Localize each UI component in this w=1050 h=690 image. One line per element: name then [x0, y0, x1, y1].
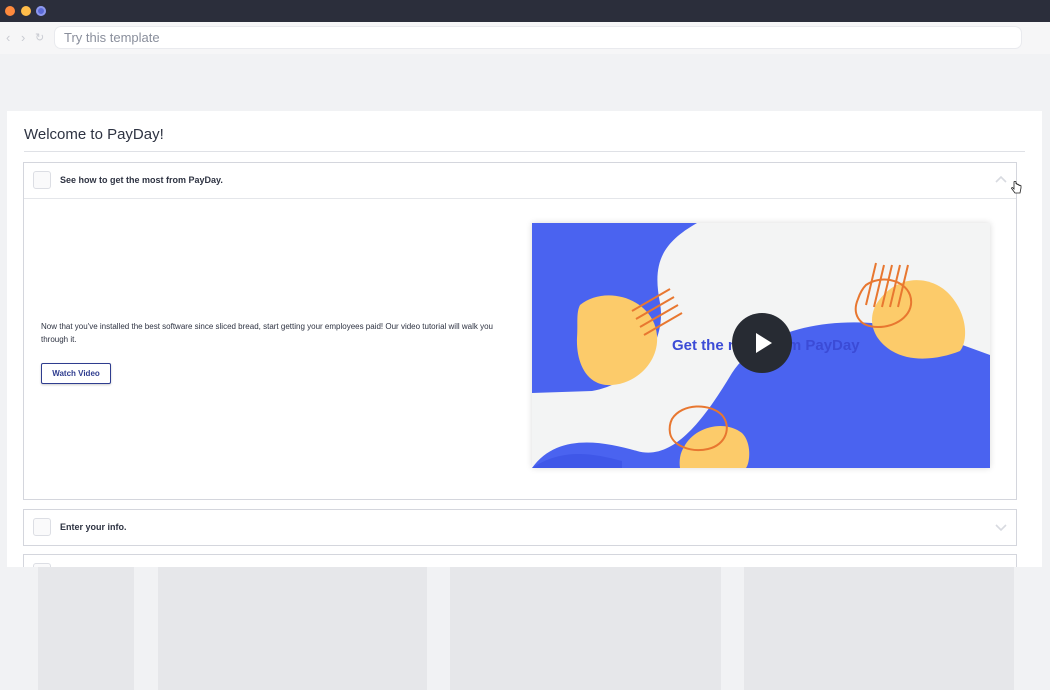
page-title: Welcome to PayDay! [24, 126, 164, 143]
play-icon [756, 333, 772, 353]
address-bar[interactable]: Try this template [55, 27, 1021, 48]
welcome-card: Welcome to PayDay! See how to get the mo… [7, 111, 1042, 567]
task-checkbox[interactable] [33, 518, 51, 536]
close-window-button[interactable] [5, 6, 15, 16]
accordion-item-video: See how to get the most from PayDay. Now… [23, 162, 1017, 500]
placeholder-tile [744, 567, 1014, 690]
watch-video-button[interactable]: Watch Video [41, 363, 111, 384]
minimize-window-button[interactable] [21, 6, 31, 16]
back-icon[interactable]: ‹ [6, 30, 10, 46]
accordion-header-info[interactable]: Enter your info. [24, 510, 1016, 545]
tutorial-description: Now that you've installed the best softw… [41, 322, 493, 344]
reload-icon[interactable]: ↻ [35, 30, 44, 46]
placeholder-tile [38, 567, 134, 690]
accordion-header-partial[interactable] [24, 555, 1016, 567]
accordion-item-info: Enter your info. [23, 509, 1017, 546]
play-button[interactable] [732, 313, 792, 373]
forward-icon[interactable]: › [21, 30, 25, 46]
placeholder-tile [158, 567, 427, 690]
hand-cursor-icon [1011, 181, 1022, 194]
video-player[interactable]: Get the most from PayDay [532, 223, 990, 468]
chevron-down-icon[interactable] [994, 520, 1008, 534]
address-text: Try this template [64, 30, 160, 45]
app-icon [36, 6, 46, 16]
accordion-item-partial [23, 554, 1017, 567]
window-titlebar [0, 0, 1050, 22]
placeholder-tile [450, 567, 721, 690]
accordion-body-video: Now that you've installed the best softw… [24, 198, 1016, 499]
title-divider [24, 151, 1025, 152]
accordion-label: Enter your info. [60, 522, 127, 532]
accordion-label: See how to get the most from PayDay. [60, 175, 223, 185]
chevron-up-icon[interactable] [994, 173, 1008, 187]
accordion-header-video[interactable]: See how to get the most from PayDay. [24, 163, 1016, 198]
task-checkbox[interactable] [33, 171, 51, 189]
